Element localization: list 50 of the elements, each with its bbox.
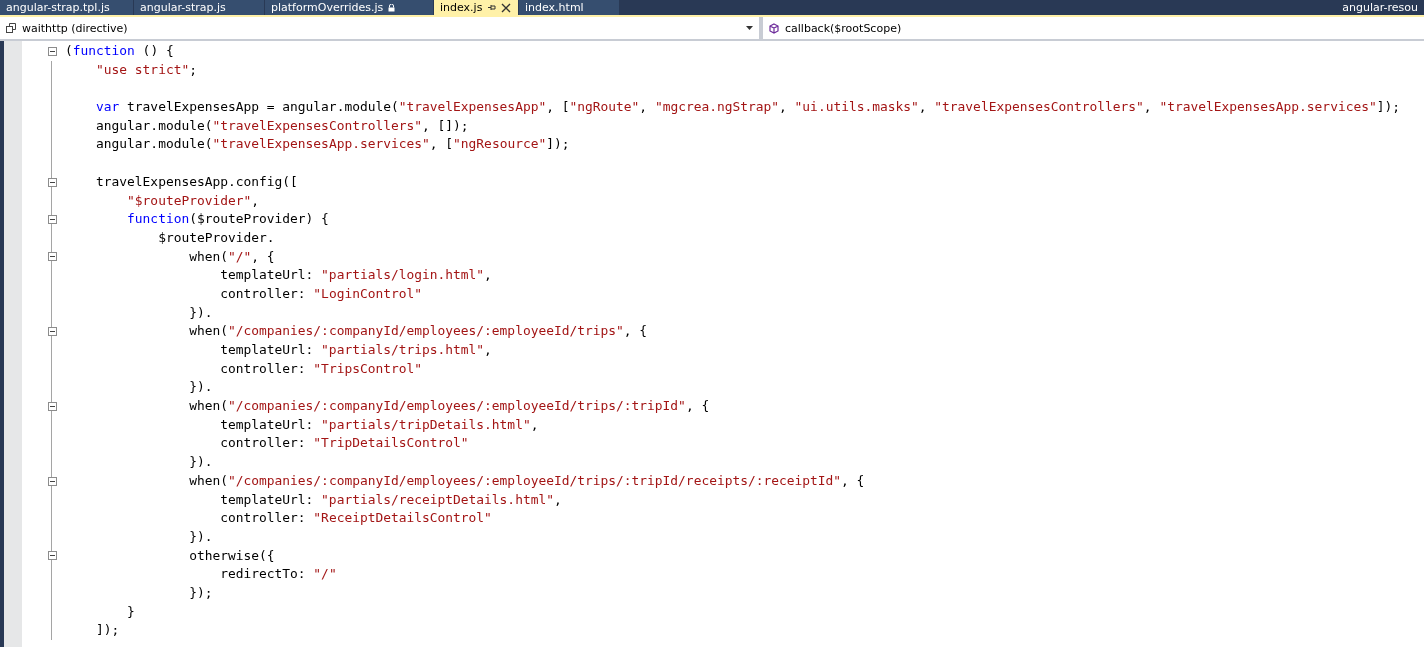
code-line: when("/companies/:companyId/employees/:employeeId/trips", { [188,322,648,341]
file-tab[interactable]: angular-resou [1336,0,1424,15]
code-line: when("/companies/:companyId/employees/:employeeId/trips/:tripId", { [188,397,710,416]
collapse-icon[interactable] [47,327,57,337]
code-line: var travelExpensesApp = angular.module("travelExpensesApp", ["ngRoute", "mgcrea.ngStrap", "ui.utils.masks", "travelExpensesControllers", "travelExpensesApp.services"]); [95,98,1400,117]
code-line: redirectTo: "/" [219,565,337,584]
window-icon [6,23,16,33]
collapse-icon[interactable] [47,177,57,187]
code-line: templateUrl: "partials/trips.html", [219,341,492,359]
file-tab[interactable]: index.js [434,0,518,15]
code-line: controller: "TripDetailsControl" [219,434,469,453]
code-line: when("/companies/:companyId/employees/:employeeId/trips/:tripId/receipts/:receiptId", { [188,471,865,490]
code-line: function($routeProvider) { [126,210,329,229]
collapse-icon[interactable] [47,551,57,561]
code-line: angular.module("travelExpensesApp.services", ["ngResource"]); [95,135,570,154]
code-line: when("/", { [188,247,275,266]
collapse-icon[interactable] [47,46,57,56]
code-line: templateUrl: "partials/receiptDetails.html", [219,490,562,509]
code-line: otherwise({ [188,546,275,565]
close-icon[interactable] [501,2,512,13]
collapse-icon[interactable] [47,215,57,225]
code-line: "$routeProvider", [126,191,260,210]
file-tab[interactable]: angular-strap.tpl.js [0,0,133,15]
code-line: } [126,602,135,621]
pin-icon[interactable] [487,3,497,12]
code-line: }). [188,527,213,546]
collapse-icon[interactable] [47,252,57,262]
code-line: controller: "TripsControl" [219,359,422,378]
code-line: templateUrl: "partials/tripDetails.html", [219,415,539,434]
collapse-icon[interactable] [47,476,57,486]
code-line: $routeProvider. [157,228,275,247]
code-line: }); [188,583,213,602]
lock-icon [388,3,396,12]
cube-icon [769,22,779,34]
file-tab[interactable]: platformOverrides.js [265,0,433,15]
code-line: controller: "ReceiptDetailsControl" [219,509,492,528]
code-line: travelExpensesApp.config([ [95,172,298,191]
file-tab[interactable]: index.html [519,0,619,15]
code-line: "use strict"; [95,60,197,79]
code-line: templateUrl: "partials/login.html", [219,266,492,285]
code-line: }). [188,453,213,472]
code-line: }). [188,303,213,322]
code-line: }). [188,378,213,397]
file-tab[interactable]: angular-strap.js [134,0,264,15]
code-line: (function () { [64,42,174,60]
code-line: controller: "LoginControl" [219,284,422,303]
code-line: angular.module("travelExpensesControllers", []); [95,116,469,135]
collapse-icon[interactable] [47,401,57,411]
dropdown-caret-icon [746,26,753,30]
code-line: ]); [95,621,120,640]
